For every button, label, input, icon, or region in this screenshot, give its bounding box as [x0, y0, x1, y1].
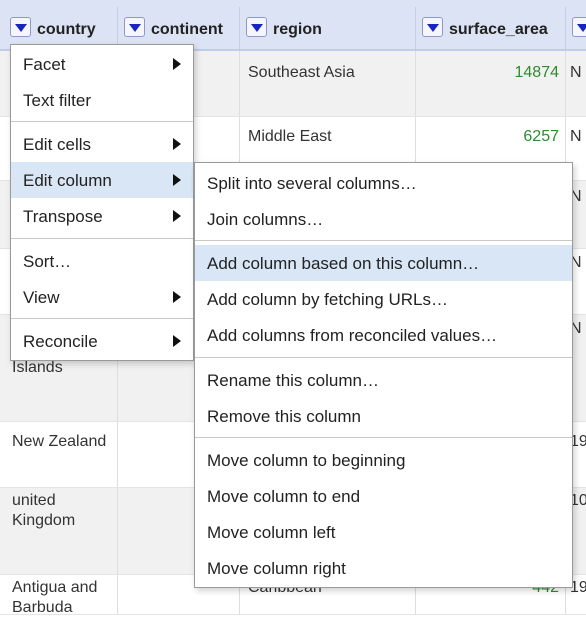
column-context-menu: Facet Text filter Edit cells Edit column…: [10, 44, 194, 361]
menu-item-text-filter[interactable]: Text filter: [11, 82, 193, 118]
column-header-surface-area: surface_area: [416, 7, 566, 49]
cell-country[interactable]: Antigua and Barbuda: [4, 575, 118, 616]
cell-surface-area[interactable]: 14874: [416, 51, 566, 116]
menu-item-add-columns-reconciled[interactable]: Add columns from reconciled values…: [195, 317, 572, 353]
column-header-region: region: [240, 7, 416, 49]
column-name: surface_area: [449, 21, 548, 38]
column-header-continent: continent: [118, 7, 240, 49]
cell-region[interactable]: Southeast Asia: [240, 51, 416, 116]
submenu-arrow-icon: [173, 335, 181, 347]
column-name: continent: [151, 21, 223, 38]
dropdown-triangle-icon: [15, 24, 27, 32]
column-header-country: country: [4, 7, 118, 49]
menu-item-add-column-based[interactable]: Add column based on this column…: [195, 245, 572, 281]
column-menu-button-continent[interactable]: [124, 17, 145, 37]
cell-country[interactable]: New Zealand: [4, 422, 118, 487]
dropdown-triangle-icon: [577, 24, 586, 32]
cell-country[interactable]: united Kingdom: [4, 488, 118, 574]
submenu-arrow-icon: [173, 291, 181, 303]
menu-item-join-columns[interactable]: Join columns…: [195, 201, 572, 237]
menu-item-move-to-end[interactable]: Move column to end: [195, 478, 572, 514]
column-menu-button-country[interactable]: [10, 17, 31, 37]
submenu-arrow-icon: [173, 210, 181, 222]
menu-item-split-columns[interactable]: Split into several columns…: [195, 165, 572, 201]
menu-item-remove-column[interactable]: Remove this column: [195, 398, 572, 434]
menu-separator: [195, 240, 572, 241]
column-menu-button-surface-area[interactable]: [422, 17, 443, 37]
menu-item-sort[interactable]: Sort…: [11, 243, 193, 279]
column-name: country: [37, 21, 96, 38]
dropdown-triangle-icon: [427, 24, 439, 32]
menu-item-reconcile[interactable]: Reconcile: [11, 323, 193, 359]
submenu-arrow-icon: [173, 58, 181, 70]
menu-item-add-column-fetching-urls[interactable]: Add column by fetching URLs…: [195, 281, 572, 317]
menu-item-move-left[interactable]: Move column left: [195, 514, 572, 550]
column-name: region: [273, 21, 322, 38]
menu-separator: [195, 437, 572, 438]
cell-truncated[interactable]: N: [566, 51, 586, 116]
menu-item-transpose[interactable]: Transpose: [11, 198, 193, 234]
dropdown-triangle-icon: [129, 24, 141, 32]
column-menu-button-region[interactable]: [246, 17, 267, 37]
menu-separator: [11, 238, 193, 239]
menu-separator: [195, 357, 572, 358]
menu-item-facet[interactable]: Facet: [11, 46, 193, 82]
menu-item-edit-column[interactable]: Edit column: [11, 162, 193, 198]
column-header-next: [566, 7, 586, 49]
submenu-arrow-icon: [173, 174, 181, 186]
column-menu-button-next[interactable]: [572, 17, 586, 37]
menu-item-edit-cells[interactable]: Edit cells: [11, 126, 193, 162]
edit-column-submenu: Split into several columns… Join columns…: [194, 162, 573, 588]
dropdown-triangle-icon: [251, 24, 263, 32]
menu-item-move-to-beginning[interactable]: Move column to beginning: [195, 442, 572, 478]
menu-item-move-right[interactable]: Move column right: [195, 550, 572, 586]
submenu-arrow-icon: [173, 138, 181, 150]
menu-separator: [11, 121, 193, 122]
menu-separator: [11, 318, 193, 319]
menu-item-view[interactable]: View: [11, 279, 193, 315]
menu-item-rename-column[interactable]: Rename this column…: [195, 362, 572, 398]
